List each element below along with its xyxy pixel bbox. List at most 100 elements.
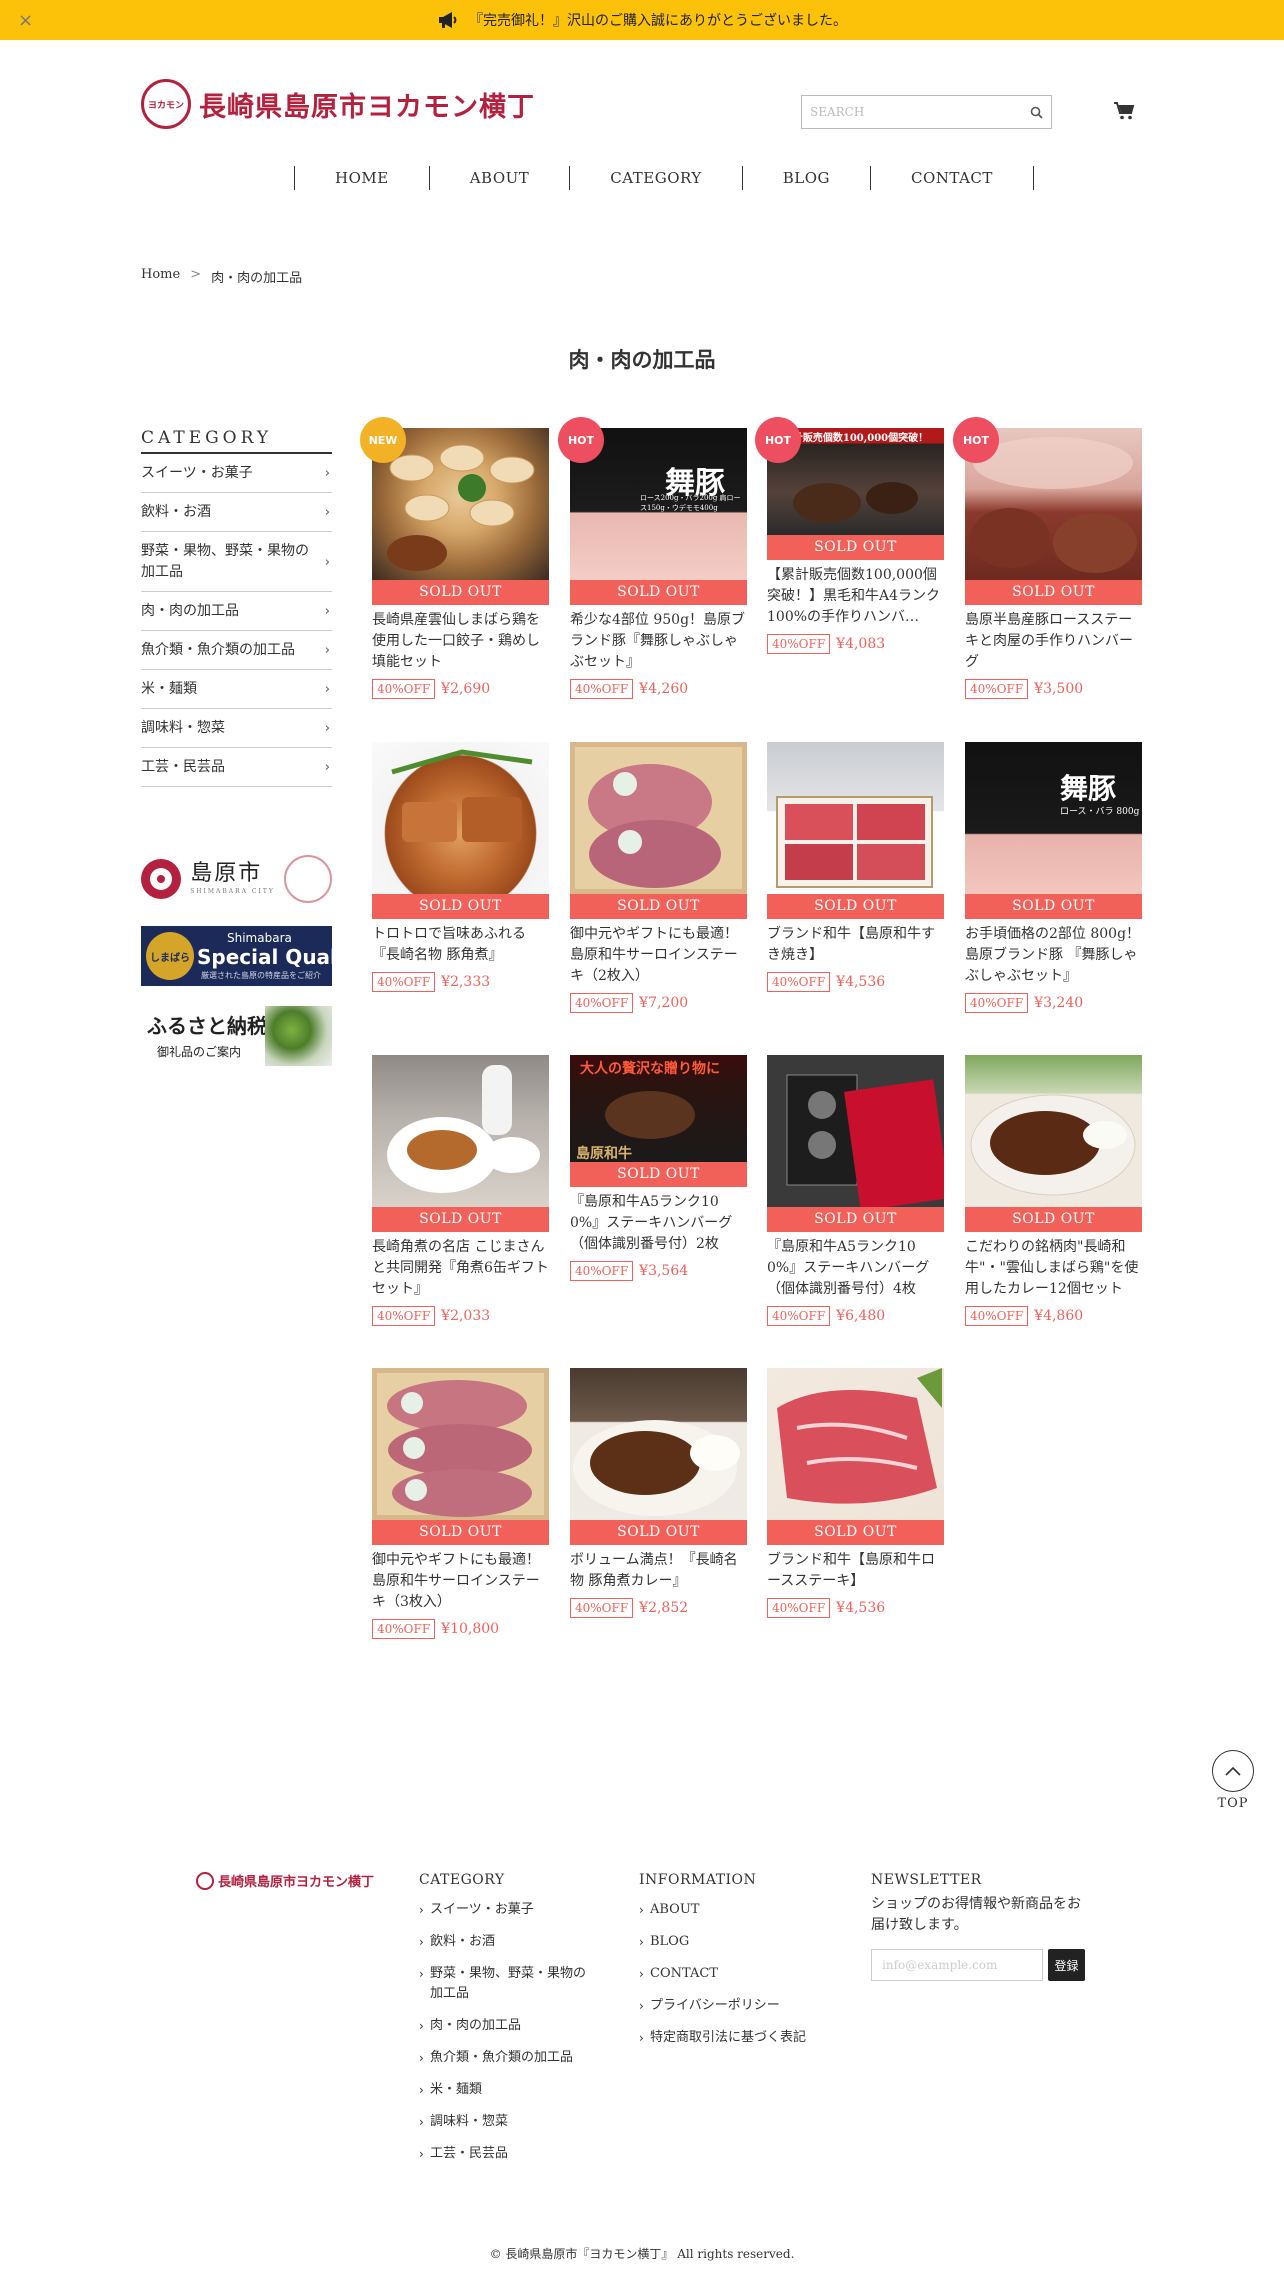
chevron-right-icon: ›	[324, 682, 330, 697]
sidebar-item[interactable]: 魚介類・魚介類の加工品 ›	[141, 631, 332, 670]
discount-badge: 40%OFF	[372, 679, 436, 699]
discount-badge: 40%OFF	[965, 1306, 1029, 1326]
sidebar-item[interactable]: 調味料・惣菜 ›	[141, 709, 332, 748]
product-card[interactable]: HOT SOLD OUT 島原半島産豚ロースステーキと肉屋の手作りハンバーグ 4…	[953, 417, 1142, 699]
price-row: 40%OFF ¥4,536	[767, 972, 944, 992]
product-card[interactable]: 舞豚 ロース・バラ 800g SOLD OUT お手頃価格の2部位 800g！島…	[965, 742, 1142, 1013]
shimabara-city-banner[interactable]: 島原市 SHIMABARA CITY	[141, 849, 332, 909]
sold-out-label: SOLD OUT	[767, 1520, 944, 1545]
product-card[interactable]: SOLD OUT ボリューム満点！『長崎名物 豚角煮カレー』 40%OFF ¥2,…	[570, 1368, 747, 1618]
product-card[interactable]: SOLD OUT 御中元やギフトにも最適！島原和牛サーロインステーキ（2枚入） …	[570, 742, 747, 1013]
footer-category-column: CATEGORY › スイーツ・お菓子 › 飲料・お酒 › 野菜・果物、野菜・果物の加…	[419, 1872, 589, 2170]
product-image	[965, 1055, 1142, 1207]
product-card[interactable]: SOLD OUT 長崎角煮の名店 こじまさんと共同開発『角煮6缶ギフトセット』 …	[372, 1055, 549, 1326]
back-to-top-button[interactable]: TOP	[1212, 1750, 1254, 1811]
hot-badge: HOT	[755, 417, 801, 463]
footer-info-link[interactable]: › CONTACT	[639, 1958, 809, 1990]
product-card[interactable]: 大人の贅沢な贈り物に 島原和牛 SOLD OUT 『島原和牛A5ランク100%』…	[570, 1055, 747, 1281]
chevron-right-icon: ›	[324, 604, 330, 619]
footer-info-link[interactable]: › ABOUT	[639, 1894, 809, 1926]
footer-link-label: 肉・肉の加工品	[430, 2018, 522, 2033]
cart-icon[interactable]	[1113, 101, 1135, 125]
newsletter-email-input[interactable]	[871, 1949, 1043, 1981]
price-row: 40%OFF ¥4,260	[570, 679, 747, 699]
site-logo[interactable]: ヨカモン 長崎県島原市ヨカモン横丁	[141, 79, 535, 129]
sold-out-label: SOLD OUT	[372, 1520, 549, 1545]
product-card[interactable]: SOLD OUT ブランド和牛【島原和牛すき焼き】 40%OFF ¥4,536	[767, 742, 944, 992]
product-name: ボリューム満点！『長崎名物 豚角煮カレー』	[570, 1552, 738, 1589]
price-row: 40%OFF ¥10,800	[372, 1619, 549, 1639]
sold-out-label: SOLD OUT	[767, 535, 944, 560]
product-image-subtitle: ロース・バラ 800g	[1060, 807, 1140, 817]
footer-link-label: ABOUT	[650, 1902, 700, 1917]
product-image-title: 舞豚	[1060, 772, 1117, 805]
product-price: ¥4,083	[836, 636, 886, 652]
footer-info-link[interactable]: › プライバシーポリシー	[639, 1990, 809, 2022]
footer-link-label: BLOG	[650, 1934, 690, 1949]
nav-about[interactable]: ABOUT	[430, 166, 571, 190]
footer-category-link[interactable]: › 飲料・お酒	[419, 1926, 589, 1958]
footer-info-link[interactable]: › BLOG	[639, 1926, 809, 1958]
product-card[interactable]: HOT 累計販売個数100,000個突破！ SOLD OUT 【累計販売個数10…	[755, 417, 944, 654]
product-card[interactable]: SOLD OUT 『島原和牛A5ランク100%』ステーキハンバーグ（個体識別番号…	[767, 1055, 944, 1326]
footer-link-label: 飲料・お酒	[430, 1934, 496, 1949]
sidebar-item[interactable]: 工芸・民芸品 ›	[141, 748, 332, 787]
price-row: 40%OFF ¥4,083	[767, 634, 944, 654]
discount-badge: 40%OFF	[767, 634, 831, 654]
nav-category[interactable]: CATEGORY	[570, 166, 743, 190]
breadcrumb-home[interactable]: Home	[141, 267, 180, 286]
chevron-right-icon: ›	[324, 554, 330, 570]
sidebar-item[interactable]: スイーツ・お菓子 ›	[141, 454, 332, 493]
close-icon[interactable]: ×	[18, 10, 33, 31]
furusato-title: ふるさと納税	[147, 1014, 267, 1038]
sidebar-item[interactable]: 飲料・お酒 ›	[141, 493, 332, 532]
page-title: 肉・肉の加工品	[568, 347, 716, 372]
announcement-text: 『完売御礼！』沢山のご購入誠にありがとうございました。	[469, 13, 847, 29]
sidebar-item[interactable]: 野菜・果物、野菜・果物の加工品 ›	[141, 532, 332, 592]
product-card[interactable]: HOT 舞豚 ロース200g・バラ200g 肩ロース150g・ウデモモ400g …	[558, 417, 747, 699]
chevron-right-icon: ›	[419, 2051, 424, 2065]
footer-category-link[interactable]: › 野菜・果物、野菜・果物の加工品	[419, 1958, 589, 2010]
product-name: 島原半島産豚ロースステーキと肉屋の手作りハンバーグ	[965, 612, 1133, 670]
footer-category-link[interactable]: › 工芸・民芸品	[419, 2138, 589, 2170]
sidebar-item[interactable]: 米・麺類 ›	[141, 670, 332, 709]
sidebar-item[interactable]: 肉・肉の加工品 ›	[141, 592, 332, 631]
footer-info-link[interactable]: › 特定商取引法に基づく表記	[639, 2022, 809, 2054]
logo-text: 長崎県島原市ヨカモン横丁	[199, 91, 535, 123]
footer-link-label: 魚介類・魚介類の加工品	[430, 2050, 574, 2065]
footer-category-link[interactable]: › 肉・肉の加工品	[419, 2010, 589, 2042]
chevron-up-icon	[1212, 1750, 1254, 1792]
product-price: ¥2,690	[441, 681, 491, 697]
hot-badge: HOT	[558, 417, 604, 463]
footer-logo[interactable]: 長崎県島原市ヨカモン横丁	[196, 1871, 374, 1890]
product-thumb: SOLD OUT	[570, 742, 747, 919]
sold-out-label: SOLD OUT	[965, 1207, 1142, 1232]
newsletter-form: 登録	[871, 1949, 1111, 1981]
footer-category-link[interactable]: › 魚介類・魚介類の加工品	[419, 2042, 589, 2074]
discount-badge: 40%OFF	[372, 972, 436, 992]
search-input[interactable]	[802, 96, 1021, 128]
chevron-right-icon: ›	[324, 760, 330, 775]
nav-home[interactable]: HOME	[295, 166, 430, 190]
product-image-subtitle: 島原和牛	[576, 1146, 632, 1162]
footer-category-link[interactable]: › 米・麺類	[419, 2074, 589, 2106]
footer-category-link[interactable]: › スイーツ・お菓子	[419, 1894, 589, 1926]
product-card[interactable]: SOLD OUT 御中元やギフトにも最適！島原和牛サーロインステーキ（3枚入） …	[372, 1368, 549, 1639]
sold-out-label: SOLD OUT	[767, 1207, 944, 1232]
search-icon[interactable]	[1021, 106, 1051, 119]
product-card[interactable]: SOLD OUT トロトロで旨味あふれる『長崎名物 豚角煮』 40%OFF ¥2,…	[372, 742, 549, 992]
footer-category-link[interactable]: › 調味料・惣菜	[419, 2106, 589, 2138]
special-quality-banner[interactable]: しまばら Shimabara Special Quality 厳選された島原の特…	[141, 926, 332, 986]
footer-newsletter-column: NEWSLETTER ショップのお得情報や新商品をお届け致します。 登録	[871, 1872, 1111, 1981]
sidebar-item-label: 工芸・民芸品	[141, 759, 225, 775]
product-card[interactable]: SOLD OUT ブランド和牛【島原和牛ロースステーキ】 40%OFF ¥4,53…	[767, 1368, 944, 1618]
chevron-right-icon: ›	[419, 2147, 424, 2161]
furusato-banner[interactable]: ふるさと納税 御礼品のご案内	[141, 1006, 332, 1066]
discount-badge: 40%OFF	[767, 1306, 831, 1326]
product-card[interactable]: NEW SOLD OUT 長崎県産雲仙しまばら鶏を使用した一口餃子・鶏めし填能セ…	[360, 417, 549, 699]
product-name: ブランド和牛【島原和牛すき焼き】	[767, 926, 935, 963]
nav-blog[interactable]: BLOG	[743, 166, 871, 190]
product-card[interactable]: SOLD OUT こだわりの銘柄肉"長崎和牛"・"雲仙しまばら鶏"を使用したカレ…	[965, 1055, 1142, 1326]
nav-contact[interactable]: CONTACT	[871, 166, 1034, 190]
newsletter-submit-button[interactable]: 登録	[1048, 1949, 1085, 1981]
